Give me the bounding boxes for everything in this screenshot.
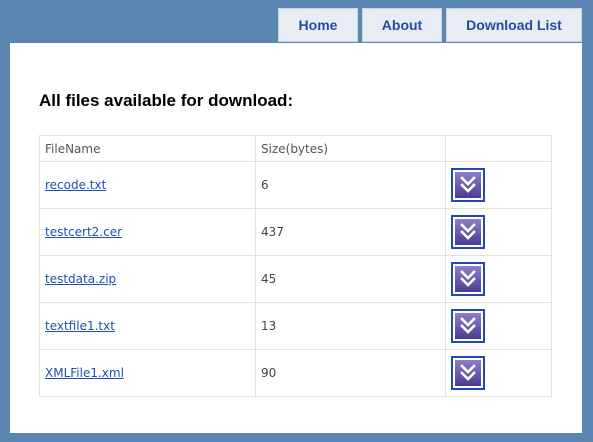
double-chevron-down-icon <box>455 219 481 245</box>
file-link[interactable]: textfile1.txt <box>45 319 115 333</box>
table-row: XMLFile1.xml 90 <box>39 349 552 397</box>
files-table-body: recode.txt 6 testcert2.cer 437 testdata.… <box>39 161 552 397</box>
download-button[interactable] <box>451 309 485 343</box>
nav-tab-download-list[interactable]: Download List <box>446 8 582 42</box>
download-cell <box>445 302 552 350</box>
file-link[interactable]: testdata.zip <box>45 272 116 286</box>
nav-tab-about[interactable]: About <box>362 8 442 42</box>
table-row: testcert2.cer 437 <box>39 208 552 256</box>
download-button[interactable] <box>451 356 485 390</box>
download-button[interactable] <box>451 215 485 249</box>
double-chevron-down-icon <box>455 172 481 198</box>
file-name-cell: textfile1.txt <box>39 302 256 350</box>
column-header-download <box>445 135 552 162</box>
table-row: textfile1.txt 13 <box>39 302 552 350</box>
double-chevron-down-icon <box>455 313 481 339</box>
file-link[interactable]: recode.txt <box>45 178 106 192</box>
files-table: FileName Size(bytes) recode.txt 6 testce <box>39 135 552 397</box>
download-button[interactable] <box>451 168 485 202</box>
file-name-cell: testcert2.cer <box>39 208 256 256</box>
double-chevron-down-icon <box>455 266 481 292</box>
table-header-row: FileName Size(bytes) <box>39 135 552 162</box>
file-size-cell: 90 <box>255 349 446 397</box>
download-button[interactable] <box>451 262 485 296</box>
file-size-cell: 6 <box>255 161 446 209</box>
file-size-cell: 437 <box>255 208 446 256</box>
file-size-cell: 45 <box>255 255 446 303</box>
file-size-cell: 13 <box>255 302 446 350</box>
file-name-cell: testdata.zip <box>39 255 256 303</box>
file-name-cell: recode.txt <box>39 161 256 209</box>
nav-tab-home[interactable]: Home <box>278 8 358 42</box>
double-chevron-down-icon <box>455 360 481 386</box>
file-link[interactable]: XMLFile1.xml <box>45 366 124 380</box>
page-heading: All files available for download: <box>39 91 294 110</box>
download-cell <box>445 255 552 303</box>
download-cell <box>445 349 552 397</box>
file-link[interactable]: testcert2.cer <box>45 225 122 239</box>
column-header-filename: FileName <box>39 135 256 162</box>
top-navigation: Home About Download List <box>278 8 582 42</box>
download-cell <box>445 208 552 256</box>
download-cell <box>445 161 552 209</box>
file-name-cell: XMLFile1.xml <box>39 349 256 397</box>
column-header-size: Size(bytes) <box>255 135 446 162</box>
table-row: testdata.zip 45 <box>39 255 552 303</box>
table-row: recode.txt 6 <box>39 161 552 209</box>
content-panel: All files available for download: FileNa… <box>10 43 582 433</box>
